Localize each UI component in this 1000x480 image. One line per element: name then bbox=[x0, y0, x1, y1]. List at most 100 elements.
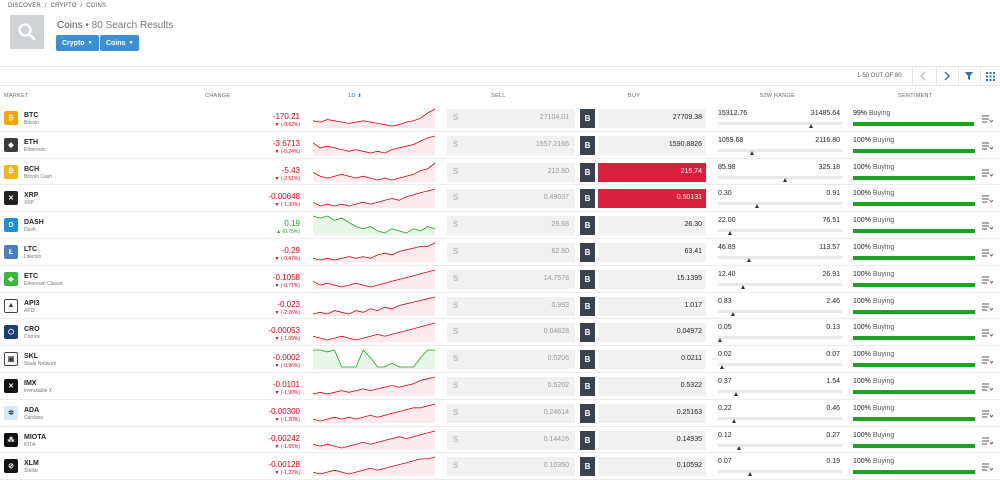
xrp-icon[interactable]: ✕ bbox=[4, 191, 18, 206]
immutable-x-icon[interactable]: ✕ bbox=[4, 379, 18, 393]
api3-icon[interactable]: ▲ bbox=[4, 298, 18, 313]
buy-button[interactable]: 0.14935 bbox=[598, 430, 706, 450]
list-menu-icon[interactable] bbox=[982, 169, 993, 177]
instrument-symbol[interactable]: XLM bbox=[24, 460, 39, 467]
instrument-symbol[interactable]: BCH bbox=[24, 166, 39, 173]
ethereum-classic-icon[interactable]: ◆ bbox=[4, 271, 18, 286]
table-row[interactable]: D DASH Dash 0.19 ▲ (0.75%) S 25.68 B 26.30 22.00 7… bbox=[0, 212, 1000, 239]
list-menu-icon[interactable] bbox=[982, 329, 993, 338]
table-row[interactable]: ₿ BCH Bitcoin Cash -5.43 ▼ (-2.51%) S 210.80 B 2… bbox=[0, 159, 1000, 186]
litecoin-icon[interactable]: Ł bbox=[4, 245, 18, 259]
buy-button[interactable]: 0.04972 bbox=[598, 323, 706, 343]
header-sentiment[interactable]: SENTIMENT bbox=[898, 93, 932, 99]
iota-icon[interactable]: ⁂ bbox=[4, 432, 18, 447]
cardano-icon[interactable]: ✲ bbox=[4, 405, 18, 420]
instrument-symbol[interactable]: CRO bbox=[24, 326, 40, 333]
sell-button[interactable]: S 25.68 bbox=[447, 216, 575, 236]
instrument-symbol[interactable]: BTC bbox=[24, 112, 38, 119]
buy-button[interactable]: 0.50131 bbox=[598, 189, 706, 209]
sell-button[interactable]: S 0.0206 bbox=[447, 350, 575, 370]
header-sell[interactable]: SELL bbox=[491, 93, 506, 99]
table-row[interactable]: Ł LTC Litecoin -0.29 ▼ (-0.47%) S 62.80 B 63.41 4… bbox=[0, 239, 1000, 266]
breadcrumb-crypto[interactable]: CRYPTO bbox=[51, 3, 77, 9]
instrument-symbol[interactable]: DASH bbox=[24, 219, 44, 226]
table-row[interactable]: ₿ BTC Bitcoin -170.21 ▼ (-0.62%) S 27104.01 B 27… bbox=[0, 105, 1000, 132]
list-menu-icon[interactable] bbox=[982, 195, 993, 204]
bitcoin-cash-icon[interactable]: ₿ bbox=[4, 164, 18, 179]
buy-button-label[interactable]: B bbox=[580, 162, 595, 182]
table-row[interactable]: ⬡ CRO Cronos -0.00053 ▼ (-1.09%) S 0.04828 B 0.0… bbox=[0, 319, 1000, 347]
header-market[interactable]: MARKET bbox=[4, 93, 29, 99]
instrument-symbol[interactable]: ETC bbox=[24, 273, 38, 280]
list-menu-icon[interactable] bbox=[982, 463, 993, 472]
sell-button[interactable]: S 0.10350 bbox=[447, 457, 575, 477]
breadcrumb-discover[interactable]: DISCOVER bbox=[8, 3, 41, 9]
buy-button[interactable]: 1.017 bbox=[598, 296, 706, 316]
table-row[interactable]: ▲ API3 API3 -0.023 ▼ (-2.26%) S 0.993 B 1.017 0.8… bbox=[0, 293, 1000, 320]
buy-button-label[interactable]: B bbox=[580, 430, 595, 450]
table-row[interactable]: ◆ ETC Ethereum Classic -0.1058 ▼ (-0.71%) S 14… bbox=[0, 266, 1000, 293]
buy-button[interactable]: 63.41 bbox=[598, 243, 706, 262]
table-row[interactable]: ✕ IMX Immutable X -0.0101 ▼ (-1.90%) S 0.5202 B… bbox=[0, 373, 1000, 400]
table-row[interactable]: ✲ ADA Cardano -0.00300 ▼ (-1.20%) S 0.24614 B 0.… bbox=[0, 400, 1000, 427]
grid-view-button[interactable] bbox=[980, 66, 1000, 86]
sell-button[interactable]: S 0.5202 bbox=[447, 377, 575, 396]
coins-filter-button[interactable]: Coins ▼ bbox=[100, 35, 140, 51]
sell-button[interactable]: S 0.14426 bbox=[447, 430, 575, 450]
buy-button-label[interactable]: B bbox=[580, 109, 595, 128]
sell-button[interactable]: S 1557.2166 bbox=[447, 135, 575, 155]
buy-button-label[interactable]: B bbox=[580, 135, 595, 155]
sell-button[interactable]: S 0.993 bbox=[447, 296, 575, 316]
dash-icon[interactable]: D bbox=[4, 218, 18, 233]
buy-button[interactable]: 0.5322 bbox=[598, 377, 706, 396]
list-menu-icon[interactable] bbox=[982, 410, 993, 418]
sell-button[interactable]: S 27104.01 bbox=[447, 109, 575, 128]
header-period[interactable]: 1D ⬍ bbox=[348, 93, 362, 99]
buy-button-label[interactable]: B bbox=[580, 457, 595, 477]
bitcoin-icon[interactable]: ₿ bbox=[4, 111, 18, 125]
sell-button[interactable]: S 62.80 bbox=[447, 243, 575, 262]
table-row[interactable]: ⁂ MIOTA IOTA -0.00242 ▼ (-1.65%) S 0.14426 B 0.1… bbox=[0, 427, 1000, 454]
buy-button-label[interactable]: B bbox=[580, 350, 595, 370]
skale-icon[interactable]: ▣ bbox=[4, 352, 18, 367]
buy-button-label[interactable]: B bbox=[580, 216, 595, 236]
list-menu-icon[interactable] bbox=[982, 115, 993, 123]
instrument-symbol[interactable]: SKL bbox=[24, 353, 38, 360]
table-row[interactable]: ⊘ XLM Stellar -0.00128 ▼ (-1.22%) S 0.10350 B 0.… bbox=[0, 453, 1000, 480]
buy-button[interactable]: 0.10592 bbox=[598, 457, 706, 477]
buy-button-label[interactable]: B bbox=[580, 243, 595, 262]
sell-button[interactable]: S 210.80 bbox=[447, 162, 575, 182]
stellar-icon[interactable]: ⊘ bbox=[4, 459, 18, 474]
instrument-symbol[interactable]: LTC bbox=[24, 246, 37, 253]
buy-button[interactable]: 26.30 bbox=[598, 216, 706, 236]
buy-button-label[interactable]: B bbox=[580, 189, 595, 209]
list-menu-icon[interactable] bbox=[982, 276, 993, 284]
header-change[interactable]: CHANGE bbox=[205, 93, 230, 99]
instrument-symbol[interactable]: IMX bbox=[24, 380, 36, 387]
sell-button[interactable]: S 0.04828 bbox=[447, 323, 575, 343]
table-row[interactable]: ▣ SKL Skale Network -0.0002 ▼ (-0.96%) S 0.020… bbox=[0, 346, 1000, 373]
instrument-symbol[interactable]: MIOTA bbox=[24, 434, 46, 441]
list-menu-icon[interactable] bbox=[982, 356, 993, 364]
buy-button-label[interactable]: B bbox=[580, 269, 595, 289]
buy-button-label[interactable]: B bbox=[580, 296, 595, 316]
list-menu-icon[interactable] bbox=[982, 142, 993, 150]
instrument-symbol[interactable]: API3 bbox=[24, 300, 40, 307]
buy-button[interactable]: 0.25163 bbox=[598, 403, 706, 423]
buy-button-label[interactable]: B bbox=[580, 323, 595, 343]
buy-button-label[interactable]: B bbox=[580, 377, 595, 396]
filter-button[interactable] bbox=[958, 66, 978, 86]
table-row[interactable]: ✕ XRP XRP -0.00648 ▼ (-1.30%) S 0.49037 B 0.5013… bbox=[0, 185, 1000, 213]
instrument-symbol[interactable]: XRP bbox=[24, 192, 38, 199]
sell-button[interactable]: S 0.24614 bbox=[447, 403, 575, 423]
buy-button-label[interactable]: B bbox=[580, 403, 595, 423]
cronos-icon[interactable]: ⬡ bbox=[4, 325, 18, 340]
buy-button[interactable]: 27709.38 bbox=[598, 109, 706, 128]
list-menu-icon[interactable] bbox=[982, 383, 993, 391]
header-52w-range[interactable]: 52W RANGE bbox=[760, 93, 795, 99]
next-page-button[interactable] bbox=[936, 66, 956, 86]
table-row[interactable]: ◆ ETH Ethereum -3.6713 ▼ (-0.24%) S 1557.2166 B… bbox=[0, 132, 1000, 159]
buy-button[interactable]: 0.0211 bbox=[598, 350, 706, 370]
instrument-symbol[interactable]: ETH bbox=[24, 139, 38, 146]
ethereum-icon[interactable]: ◆ bbox=[4, 137, 18, 152]
